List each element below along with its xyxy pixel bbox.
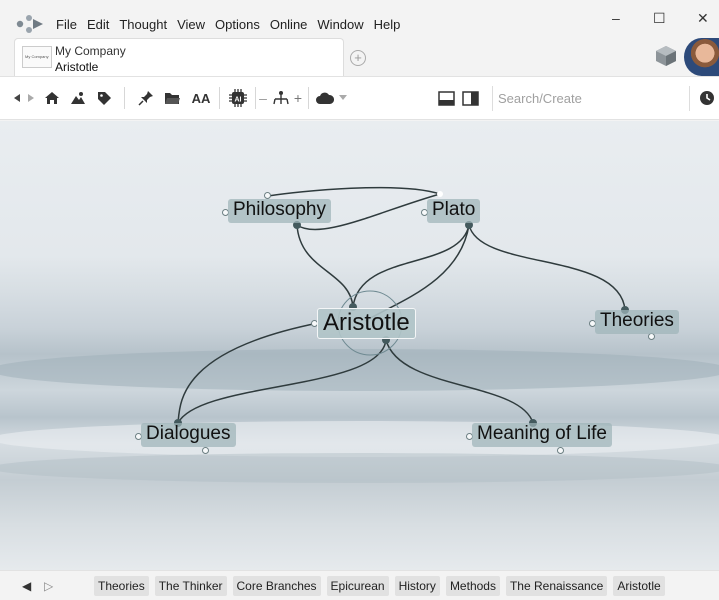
ai-chip-icon[interactable]: AI — [226, 88, 250, 108]
toolbar: AA AI – + — [0, 76, 719, 120]
pins-back-arrow[interactable]: ◀ — [22, 579, 31, 593]
pins-bar: ◀ ▷ Theories The Thinker Core Branches E… — [0, 570, 719, 600]
gate-philosophy-parent[interactable] — [264, 192, 271, 199]
pin-the-thinker[interactable]: The Thinker — [154, 576, 227, 596]
history-clock-icon[interactable] — [697, 88, 717, 108]
link-layer — [174, 186, 629, 427]
link-plato-theories — [468, 224, 626, 311]
pins-forward-arrow[interactable]: ▷ — [44, 579, 53, 593]
gate-theories-child[interactable] — [648, 333, 655, 340]
dropdown-icon[interactable] — [337, 88, 349, 108]
menu-window[interactable]: Window — [317, 17, 363, 32]
tag-icon[interactable] — [92, 88, 116, 108]
active-thought-name: Aristotle — [55, 60, 99, 74]
user-avatar[interactable] — [684, 38, 719, 76]
menu-bar: File Edit Thought View Options Online Wi… — [56, 17, 410, 32]
minimize-button[interactable]: – — [612, 10, 620, 26]
cloud-sync-icon[interactable] — [313, 88, 335, 108]
menu-file[interactable]: File — [56, 17, 77, 32]
pin-the-renaissance[interactable]: The Renaissance — [505, 576, 608, 596]
split-right-icon[interactable] — [459, 88, 481, 108]
thought-meaning-of-life[interactable]: Meaning of Life — [472, 423, 612, 447]
pin-icon[interactable] — [134, 88, 158, 108]
forward-arrow-icon[interactable] — [24, 88, 38, 108]
toolbar-separator — [219, 87, 220, 109]
toolbar-separator — [124, 87, 125, 109]
new-tab-button[interactable]: + — [350, 50, 366, 66]
brain-cube-icon[interactable] — [654, 44, 678, 68]
thought-aristotle-active[interactable]: Aristotle — [317, 308, 416, 340]
folder-icon[interactable] — [160, 88, 184, 108]
gate-dialogues-child[interactable] — [202, 447, 209, 454]
thebrain-logo-icon — [16, 15, 43, 33]
font-size-icon[interactable]: AA — [188, 88, 214, 108]
thought-dialogues[interactable]: Dialogues — [141, 423, 236, 447]
pin-theories[interactable]: Theories — [94, 576, 149, 596]
pin-epicurean[interactable]: Epicurean — [326, 576, 389, 596]
pin-core-branches[interactable]: Core Branches — [232, 576, 321, 596]
menu-thought[interactable]: Thought — [119, 17, 167, 32]
mind-map-canvas[interactable]: Philosophy Plato Aristotle Theories Dial… — [0, 121, 719, 570]
menu-options[interactable]: Options — [215, 17, 260, 32]
view-icon[interactable] — [66, 88, 90, 108]
brain-name: My Company — [55, 44, 126, 58]
search-input[interactable] — [492, 86, 690, 111]
back-arrow-icon[interactable] — [10, 88, 24, 108]
menu-edit[interactable]: Edit — [87, 17, 109, 32]
brain-tab[interactable]: My Company My Company Aristotle — [14, 38, 344, 76]
menu-online[interactable]: Online — [270, 17, 308, 32]
maximize-button[interactable]: ☐ — [653, 10, 666, 27]
close-button[interactable]: ✕ — [697, 10, 709, 27]
link-philosophy-plato-2 — [267, 186, 441, 197]
pin-aristotle[interactable]: Aristotle — [613, 576, 665, 596]
toolbar-separator — [308, 87, 309, 109]
pin-methods[interactable]: Methods — [445, 576, 500, 596]
link-aristotle-meaning — [385, 339, 534, 424]
pinned-thoughts: Theories The Thinker Core Branches Epicu… — [94, 576, 665, 596]
thought-philosophy[interactable]: Philosophy — [228, 199, 331, 223]
pin-history[interactable]: History — [394, 576, 440, 596]
thought-theories[interactable]: Theories — [595, 310, 679, 334]
menu-view[interactable]: View — [177, 17, 205, 32]
home-icon[interactable] — [40, 88, 64, 108]
svg-text:AI: AI — [235, 97, 242, 104]
menu-help[interactable]: Help — [374, 17, 401, 32]
gate-meaning-child[interactable] — [557, 447, 564, 454]
layout-icon[interactable] — [270, 88, 292, 108]
thought-plato[interactable]: Plato — [427, 199, 481, 223]
link-aristotle-dialogues-2 — [177, 322, 319, 424]
link-philosophy-aristotle — [296, 224, 354, 308]
brain-thumbnail: My Company — [22, 46, 52, 68]
link-plato-aristotle — [352, 224, 470, 308]
link-aristotle-dialogues — [177, 339, 387, 424]
layout-plus-icon[interactable]: + — [293, 88, 303, 108]
layout-minus-icon[interactable]: – — [258, 88, 268, 108]
gate-plato-jump — [437, 191, 443, 197]
toolbar-separator — [255, 87, 256, 109]
split-bottom-icon[interactable] — [435, 88, 457, 108]
title-bar: File Edit Thought View Options Online Wi… — [0, 0, 719, 40]
